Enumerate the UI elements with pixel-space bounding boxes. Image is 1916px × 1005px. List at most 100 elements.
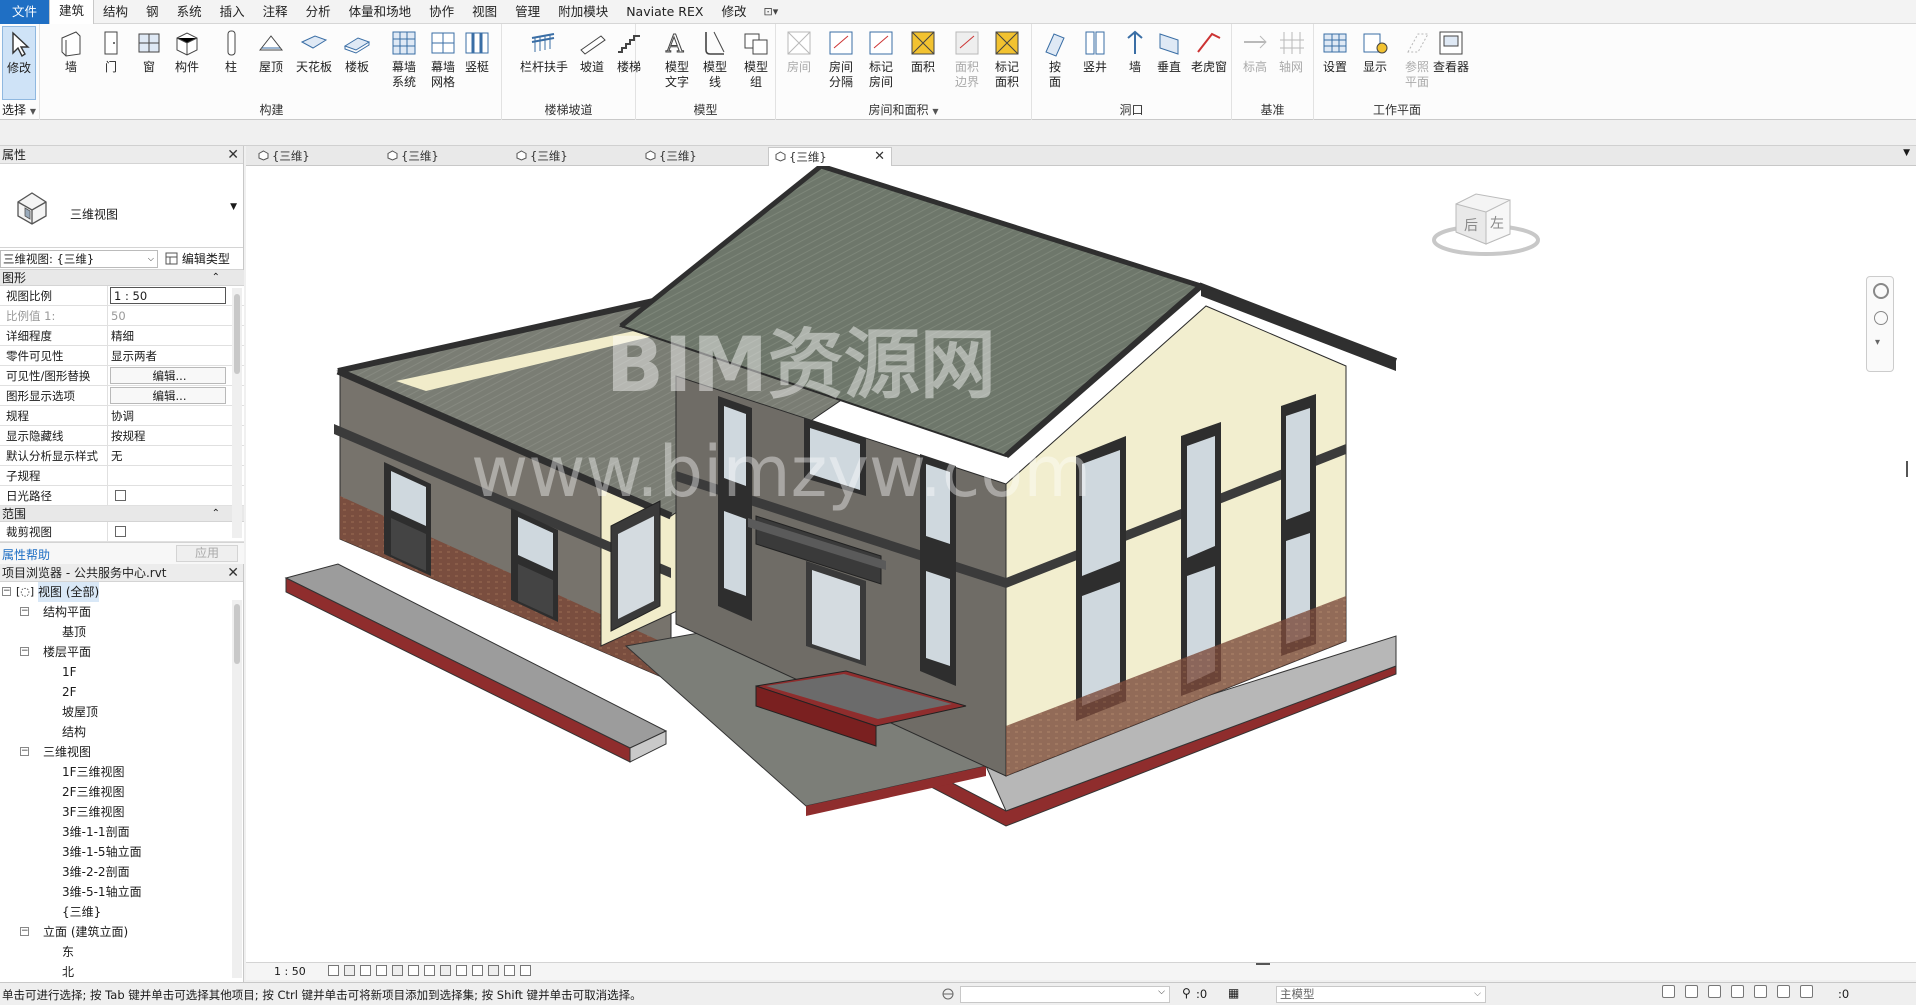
menu-item-6[interactable]: 注释 [254, 0, 297, 24]
apply-button[interactable]: 应用 [176, 545, 238, 562]
menu-item-4[interactable]: 系统 [168, 0, 211, 24]
show-workplane-button[interactable]: 显示 [1356, 26, 1394, 100]
tree-item[interactable]: 3维-2-2剖面 [0, 862, 232, 882]
roof-button[interactable]: 屋顶 [252, 26, 290, 100]
shaft-button[interactable]: 竖井 [1076, 26, 1114, 100]
modify-button[interactable]: 修改 [2, 26, 36, 100]
property-value[interactable]: 无 [108, 446, 226, 465]
tag-room-button[interactable]: 标记 房间 [858, 26, 904, 100]
property-value[interactable]: 精细 [108, 326, 226, 345]
select-links-icon[interactable] [1662, 985, 1675, 998]
tree-item[interactable]: {三维} [0, 902, 232, 922]
sun-path-icon[interactable] [360, 965, 371, 976]
analytical-model-icon[interactable] [504, 965, 515, 976]
stair-button[interactable]: 楼梯 [610, 26, 648, 100]
menu-item-8[interactable]: 体量和场地 [340, 0, 421, 24]
worksharing-icon[interactable] [488, 965, 499, 976]
tree-item[interactable]: − 结构平面 [0, 602, 232, 622]
tree-item[interactable]: 结构 [0, 722, 232, 742]
tree-item[interactable]: 1F三维视图 [0, 762, 232, 782]
properties-section-header[interactable]: 图形 ⌃ [0, 270, 244, 286]
crop-view-icon[interactable] [408, 965, 419, 976]
view-tab[interactable]: {三维} [252, 147, 376, 166]
design-options-icon[interactable]: ▦ [1228, 986, 1239, 1000]
tabs-overflow-icon[interactable]: ▼ [1903, 148, 1910, 158]
menu-item-11[interactable]: 管理 [506, 0, 549, 24]
room-button[interactable]: 房间 [780, 26, 818, 100]
view-tab[interactable]: {三维} [510, 147, 634, 166]
collapse-icon[interactable]: ⌃ [212, 270, 220, 286]
tree-item[interactable]: 坡屋顶 [0, 702, 232, 722]
railing-button[interactable]: 栏杆扶手 [520, 26, 568, 100]
highlight-icon[interactable] [520, 965, 531, 976]
select-underlay-icon[interactable] [1685, 985, 1698, 998]
window-button[interactable]: 窗 [130, 26, 168, 100]
menu-item-3[interactable]: 钢 [137, 0, 168, 24]
tree-collapse-icon[interactable]: − [2, 587, 11, 596]
tree-item[interactable]: − [◌] 视图 (全部) [0, 582, 232, 602]
close-icon[interactable]: ✕ [227, 564, 239, 582]
tree-item[interactable]: − 楼层平面 [0, 642, 232, 662]
close-icon[interactable]: ✕ [874, 148, 885, 166]
wall-button[interactable]: 墙 [52, 26, 90, 100]
view-tab[interactable]: {三维} [639, 147, 763, 166]
property-value[interactable]: 协调 [108, 406, 226, 425]
model-group-button[interactable]: 模型 组 [733, 26, 779, 100]
drawing-canvas[interactable]: BIM资源网 www.bimzyw.com 后 左 ▾ [246, 166, 1916, 964]
detail-level-icon[interactable] [328, 965, 339, 976]
tree-collapse-icon[interactable]: − [20, 927, 29, 936]
tree-item[interactable]: 基顶 [0, 622, 232, 642]
model-line-button[interactable]: 模型 线 [692, 26, 738, 100]
collapse-icon[interactable]: ⌃ [212, 506, 220, 522]
menu-item-12[interactable]: 附加模块 [549, 0, 617, 24]
menu-item-13[interactable]: Naviate REX [617, 0, 712, 24]
tree-collapse-icon[interactable]: − [20, 647, 29, 656]
by-face-button[interactable]: 按 面 [1036, 26, 1074, 100]
shadows-icon[interactable] [376, 965, 387, 976]
checkbox[interactable] [115, 490, 126, 501]
area-button[interactable]: 面积 [904, 26, 942, 100]
view-tab[interactable]: {三维} ✕ [768, 147, 892, 166]
door-button[interactable]: 门 [92, 26, 130, 100]
component-button[interactable]: 构件 [168, 26, 206, 100]
property-value[interactable]: 1 : 50 [110, 287, 226, 304]
dormer-button[interactable]: 老虎窗 [1190, 26, 1228, 100]
tree-item[interactable]: 3F三维视图 [0, 802, 232, 822]
temporary-hide-icon[interactable] [456, 965, 467, 976]
background-process-icon[interactable] [1777, 985, 1790, 998]
render-icon[interactable] [392, 965, 403, 976]
mullion-button[interactable]: 竖梃 [458, 26, 496, 100]
properties-scrollbar[interactable] [232, 288, 242, 538]
vertical-opening-button[interactable]: 垂直 [1150, 26, 1188, 100]
chevron-down-icon[interactable]: ▾ [1875, 337, 1880, 348]
drag-elements-icon[interactable] [1754, 985, 1767, 998]
property-value[interactable] [108, 486, 226, 505]
tag-area-button[interactable]: 标记 面积 [984, 26, 1030, 100]
view-tab[interactable]: {三维} [381, 147, 505, 166]
tree-item[interactable]: 2F [0, 682, 232, 702]
tree-item[interactable]: − 立面 (建筑立面) [0, 922, 232, 942]
ramp-button[interactable]: 坡道 [573, 26, 611, 100]
select-by-face-icon[interactable] [1731, 985, 1744, 998]
menu-item-0[interactable]: 文件 [0, 0, 50, 24]
contextual-tab-dropdown-icon[interactable]: ⊡▾ [755, 5, 786, 18]
menu-item-10[interactable]: 视图 [463, 0, 506, 24]
tree-item[interactable]: 2F三维视图 [0, 782, 232, 802]
menu-item-14[interactable]: 修改 [712, 0, 755, 24]
tree-item[interactable]: 1F [0, 662, 232, 682]
type-selector[interactable]: 三维视图 ▼ [0, 164, 243, 248]
properties-section-header[interactable]: 范围 ⌃ [0, 506, 244, 522]
level-button[interactable]: 标高 [1236, 26, 1274, 100]
show-crop-icon[interactable] [424, 965, 435, 976]
filter-icon[interactable] [1800, 985, 1813, 998]
checkbox[interactable] [115, 526, 126, 537]
menu-item-1[interactable]: 建筑 [49, 0, 95, 24]
instance-dropdown[interactable]: 三维视图: {三维} ⌵ [0, 250, 158, 268]
view-scale[interactable]: 1 : 50 [274, 965, 306, 978]
edit-button[interactable]: 编辑... [110, 387, 226, 404]
editable-only-icon[interactable]: ⚲ [1182, 986, 1191, 1000]
browser-scrollbar[interactable] [232, 600, 242, 978]
menu-item-5[interactable]: 插入 [211, 0, 254, 24]
visual-style-icon[interactable] [344, 965, 355, 976]
column-button[interactable]: 柱 [212, 26, 250, 100]
